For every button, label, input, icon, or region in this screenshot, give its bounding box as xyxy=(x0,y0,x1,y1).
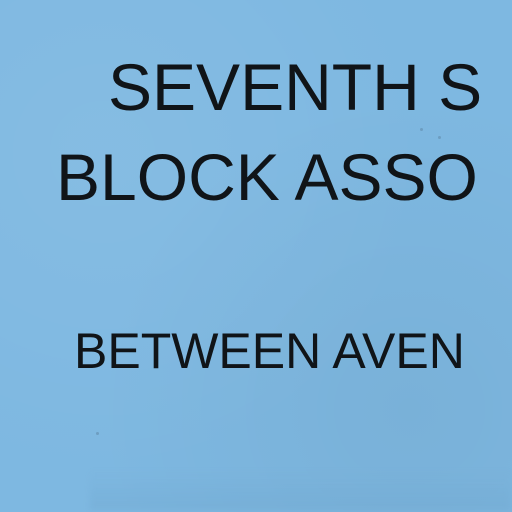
subheading: BETWEEN AVEN xyxy=(74,323,465,379)
flyer-page: SEVENTH S BLOCK ASSO BETWEEN AVEN xyxy=(0,0,512,512)
faded-bottom-text xyxy=(90,470,510,510)
paper-speck xyxy=(438,136,441,139)
heading-line-2: BLOCK ASSO xyxy=(56,140,478,214)
paper-speck xyxy=(420,128,423,131)
paper-speck xyxy=(96,432,99,435)
heading-line-1: SEVENTH S xyxy=(108,50,483,124)
